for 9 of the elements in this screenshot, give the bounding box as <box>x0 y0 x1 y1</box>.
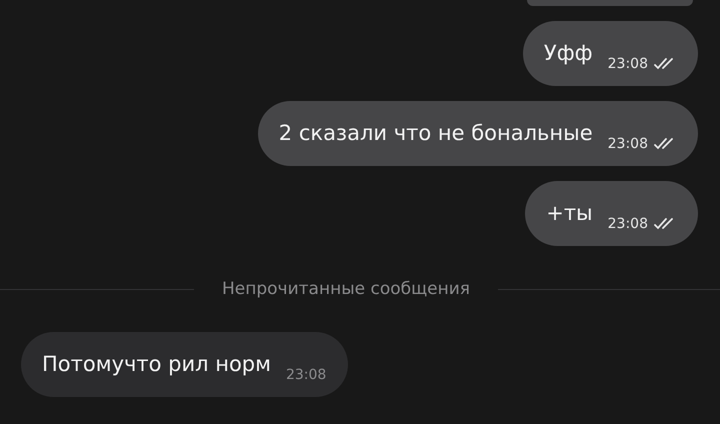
unread-messages-label: Непрочитанные сообщения <box>222 279 470 299</box>
message-time: 23:08 <box>608 55 648 73</box>
message-time: 23:08 <box>608 215 648 233</box>
message-text: Уфф <box>544 40 593 67</box>
message-text: +ты <box>546 200 593 227</box>
message-text: Потомучто рил норм <box>42 351 271 378</box>
message-time: 23:08 <box>608 135 648 153</box>
message-time: 23:08 <box>286 366 326 384</box>
message-text: 2 сказали что не бональные <box>278 120 593 147</box>
